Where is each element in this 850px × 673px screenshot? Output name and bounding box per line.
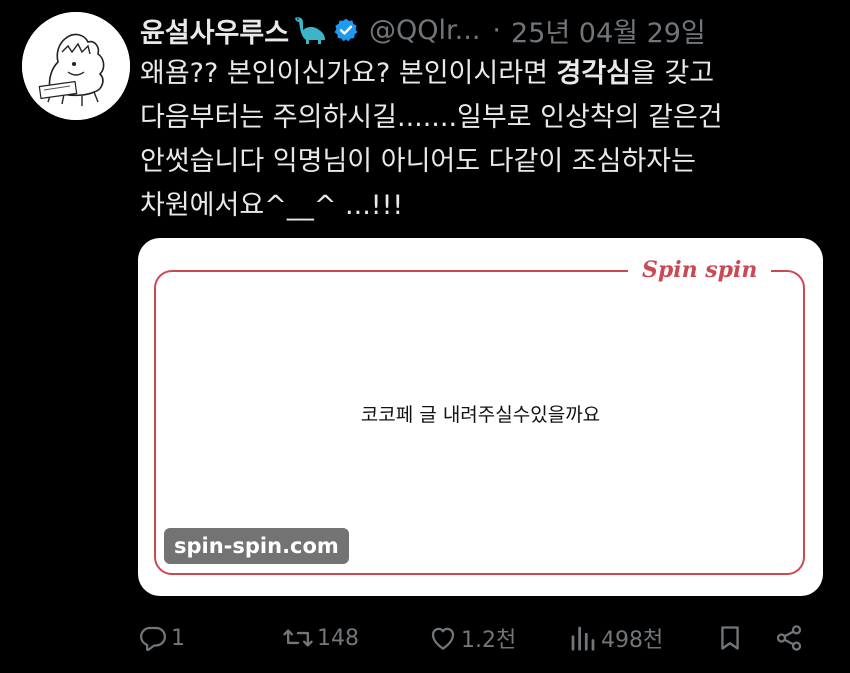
views-count: 498천 xyxy=(601,628,664,653)
like-count: 1.2천 xyxy=(461,628,517,653)
tweet: 윤설사우루스 @QQlr... · 25년 04월 29일 왜욤?? 본인이신가… xyxy=(0,0,850,673)
like-button[interactable]: 1.2천 xyxy=(428,618,516,658)
tweet-actions: 1 148 1.2천 498천 xyxy=(138,618,828,658)
tweet-line-1: 왜욤?? 본인이신가요? 본인이시라면 경각심을 갖고 xyxy=(140,52,830,96)
reply-icon xyxy=(138,623,168,653)
tweet-line-2: 다음부터는 주의하시길.......일부로 인상착의 같은건 xyxy=(140,102,723,133)
views-chart-icon xyxy=(568,623,598,653)
reply-count: 1 xyxy=(171,625,185,651)
heart-icon xyxy=(428,623,458,653)
watermark-label: spin-spin.com xyxy=(164,528,349,564)
timestamp[interactable]: 25년 04월 29일 xyxy=(511,11,706,50)
views-button[interactable]: 498천 xyxy=(568,618,663,658)
dinosaur-sketch-avatar-icon xyxy=(22,12,130,120)
tweet-line-4: 차원에서요^__^ ...!!! xyxy=(140,190,404,221)
tweet-line-1-start: 왜욤?? 본인이신가요? 본인이시라면 xyxy=(140,58,557,89)
bookmark-button[interactable] xyxy=(716,618,744,658)
verified-badge-icon xyxy=(333,17,359,43)
share-icon xyxy=(774,623,804,653)
display-name[interactable]: 윤설사우루스 xyxy=(140,11,289,50)
sauropod-icon xyxy=(291,14,327,46)
reply-button[interactable]: 1 xyxy=(138,618,185,658)
tweet-line-1-end: 을 갖고 xyxy=(631,58,715,89)
tweet-line-1-bold: 경각심 xyxy=(556,58,632,89)
bookmark-icon xyxy=(716,623,744,653)
share-button[interactable] xyxy=(774,618,804,658)
card-message: 코코페 글 내려주실수있을까요 xyxy=(360,404,601,426)
retweet-icon xyxy=(282,623,314,653)
tweet-media-image[interactable]: Spin spin 코코페 글 내려주실수있을까요 spin-spin.com xyxy=(138,238,823,596)
tweet-text: 왜욤?? 본인이신가요? 본인이시라면 경각심을 갖고 다음부터는 주의하시길.… xyxy=(140,52,830,228)
retweet-button[interactable]: 148 xyxy=(282,618,359,658)
retweet-count: 148 xyxy=(317,625,359,651)
avatar[interactable] xyxy=(22,12,130,120)
user-handle[interactable]: @QQlr... xyxy=(369,15,480,46)
spin-spin-logo: Spin spin xyxy=(628,256,772,284)
tweet-header: 윤설사우루스 @QQlr... · 25년 04월 29일 xyxy=(140,10,706,50)
tweet-line-3: 안썻습니다 익명님이 아니어도 다같이 조심하자는 xyxy=(140,146,696,177)
header-separator: · xyxy=(492,14,502,46)
